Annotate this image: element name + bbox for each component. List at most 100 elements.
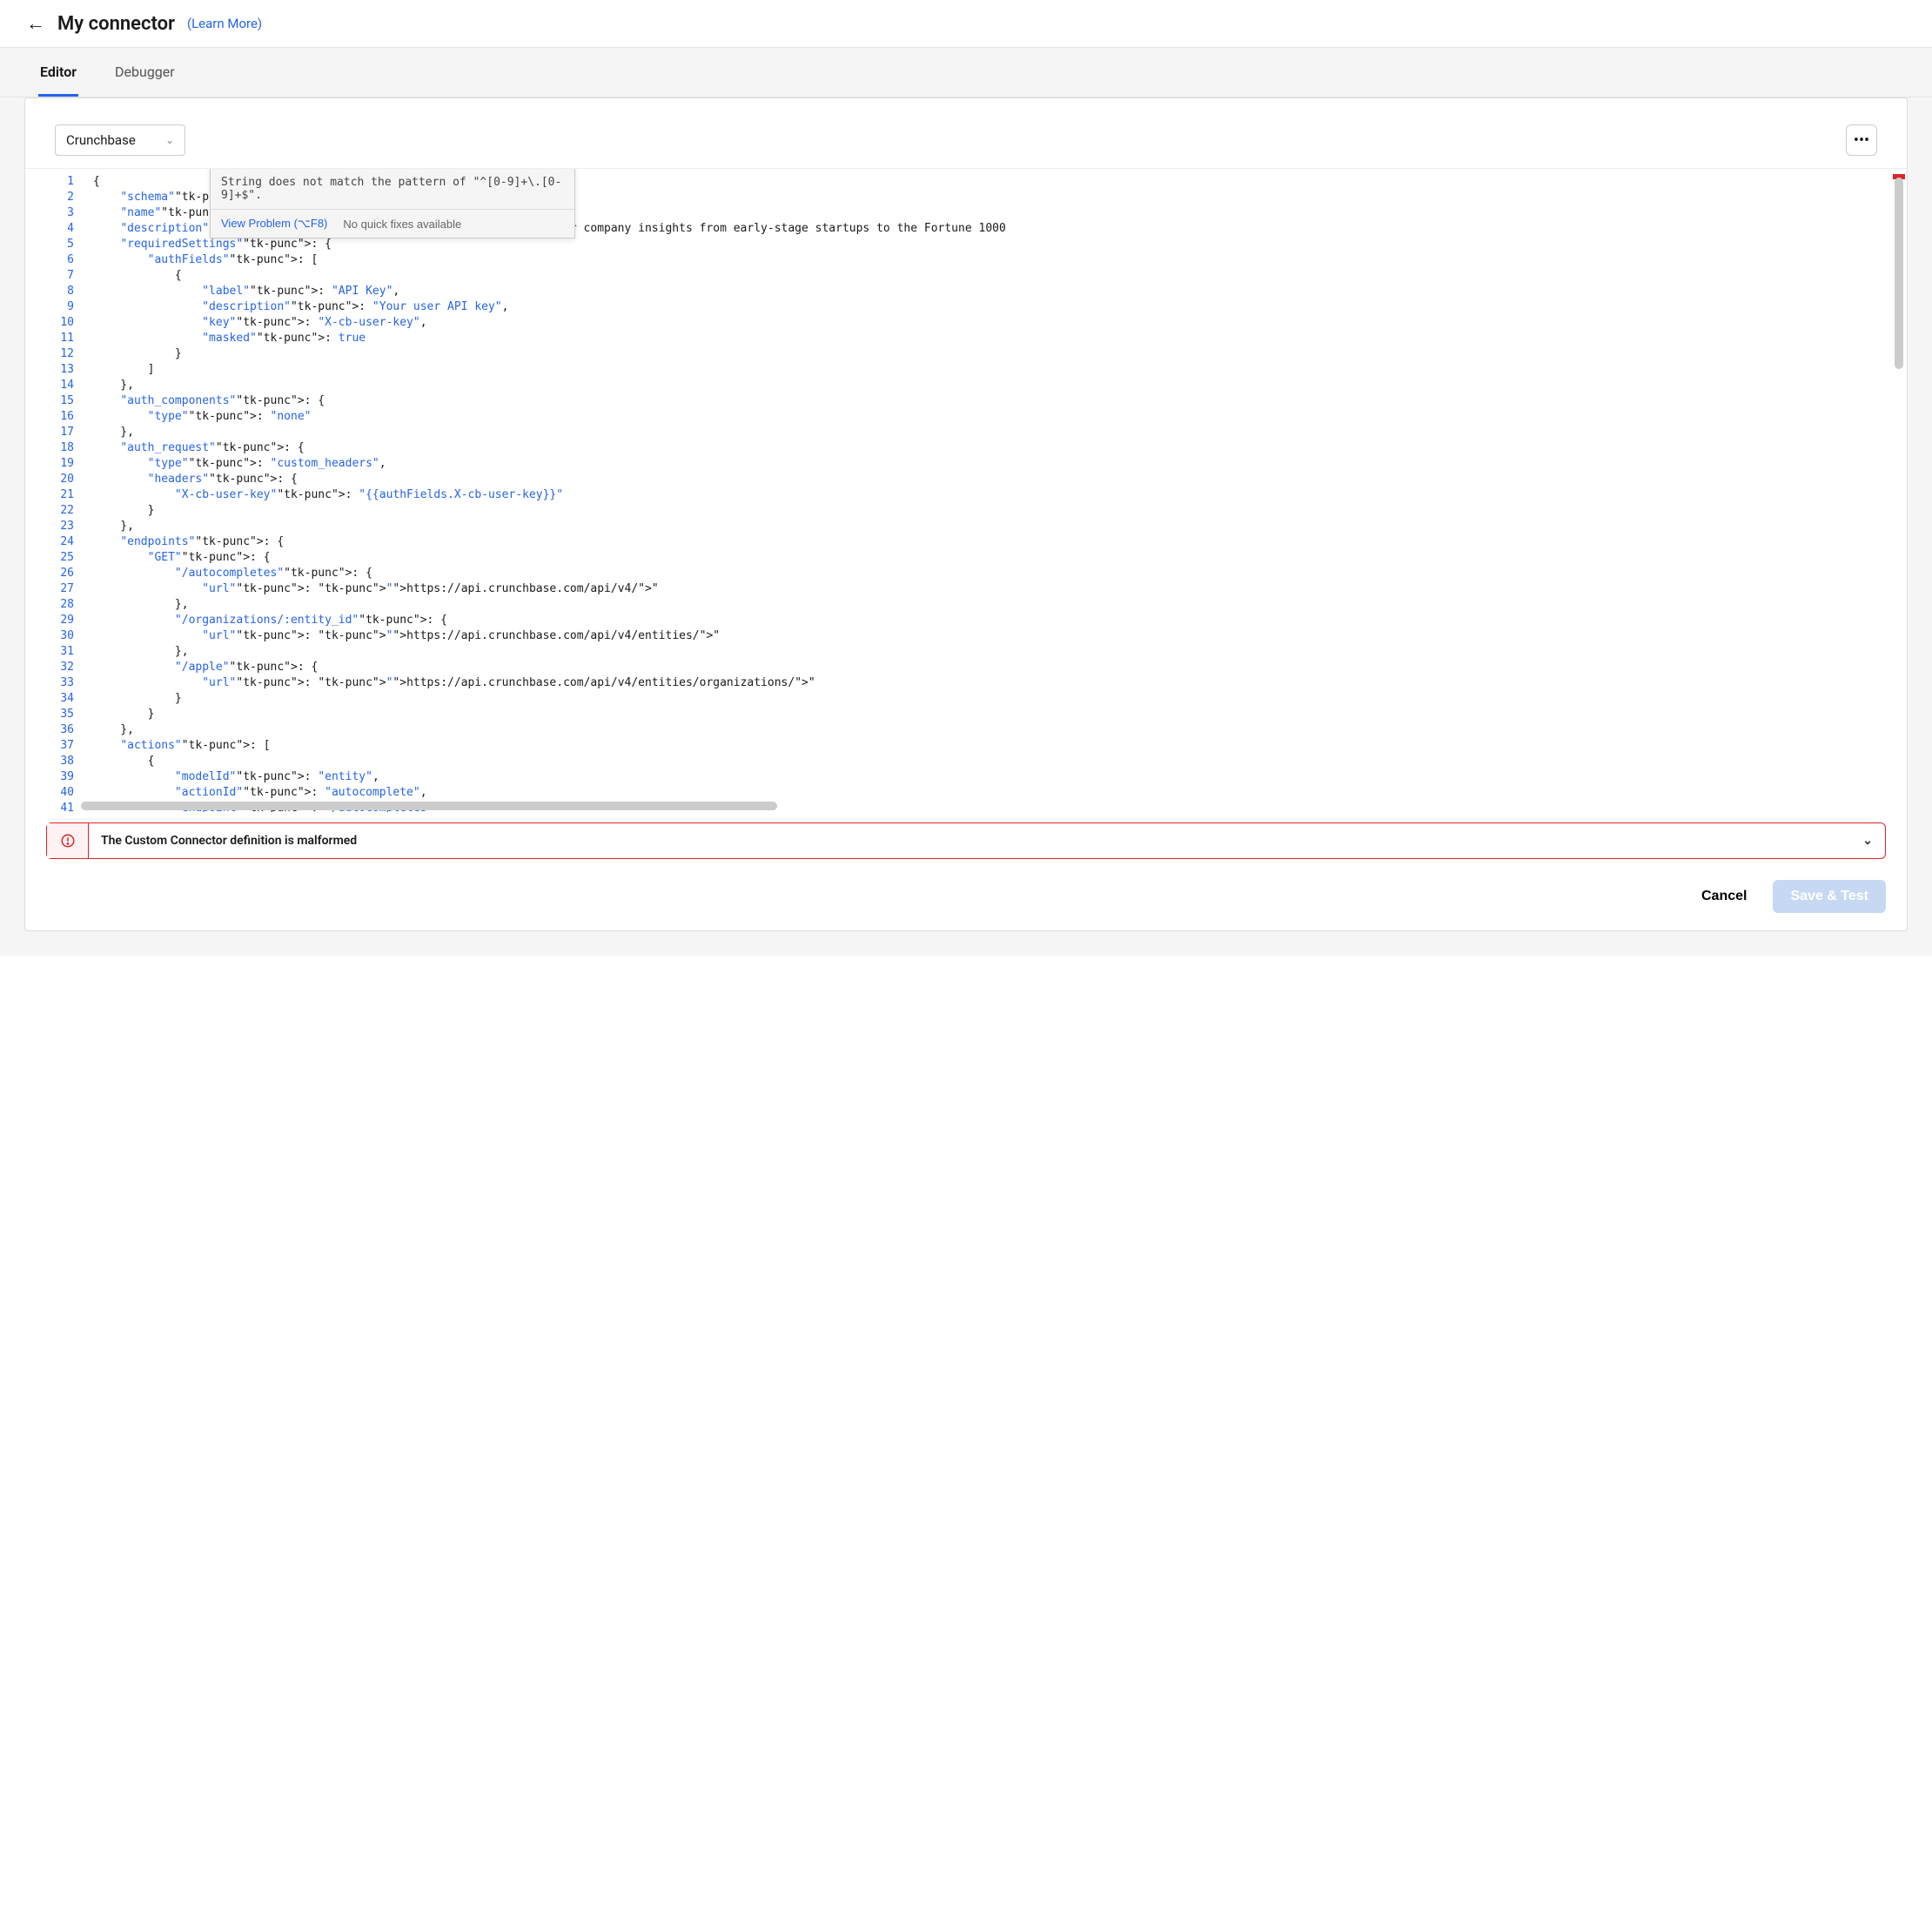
line-number: 38: [25, 754, 74, 769]
code-line[interactable]: "X-cb-user-key""tk-punc">: "{{authFields…: [93, 487, 1891, 503]
line-number: 10: [25, 315, 74, 331]
line-number: 39: [25, 769, 74, 785]
code-line[interactable]: "masked""tk-punc">: true: [93, 331, 1891, 346]
line-number: 34: [25, 691, 74, 707]
line-number: 28: [25, 597, 74, 613]
ellipsis-icon: •••: [1854, 131, 1869, 150]
code-line[interactable]: "/organizations/:entity_id""tk-punc">: {: [93, 613, 1891, 628]
code-line[interactable]: "actionId""tk-punc">: "autocomplete",: [93, 785, 1891, 801]
code-line[interactable]: },: [93, 644, 1891, 660]
line-number: 13: [25, 362, 74, 378]
line-number: 19: [25, 456, 74, 472]
problem-hover-card: Schema version The version of the schema…: [210, 168, 575, 238]
editor-panel: Crunchbase ⌄ ••• Schema version The vers…: [24, 97, 1908, 931]
code-content[interactable]: { "schema""tk-punc">: "10", "name""tk-pu…: [81, 169, 1891, 812]
footer-actions: Cancel Save & Test: [25, 859, 1907, 913]
line-number: 22: [25, 503, 74, 519]
line-number: 36: [25, 722, 74, 738]
tab-debugger[interactable]: Debugger: [113, 48, 177, 97]
learn-more-link[interactable]: (Learn More): [187, 16, 262, 31]
cancel-button[interactable]: Cancel: [1687, 880, 1761, 913]
code-line[interactable]: "auth_components""tk-punc">: {: [93, 393, 1891, 409]
horizontal-scrollbar[interactable]: [81, 802, 777, 810]
code-line[interactable]: },: [93, 378, 1891, 393]
line-number: 41: [25, 801, 74, 812]
line-number: 25: [25, 550, 74, 566]
code-line[interactable]: "type""tk-punc">: "none": [93, 409, 1891, 425]
code-line[interactable]: "/autocompletes""tk-punc">: {: [93, 566, 1891, 581]
line-number: 40: [25, 785, 74, 801]
code-line[interactable]: "/apple""tk-punc">: {: [93, 660, 1891, 675]
line-number: 15: [25, 393, 74, 409]
code-line[interactable]: }: [93, 346, 1891, 362]
code-line[interactable]: }: [93, 691, 1891, 707]
save-test-button[interactable]: Save & Test: [1773, 880, 1886, 913]
line-number: 16: [25, 409, 74, 425]
line-number: 31: [25, 644, 74, 660]
line-number: 12: [25, 346, 74, 362]
code-line[interactable]: "url""tk-punc">: "tk-punc">"">https://ap…: [93, 628, 1891, 644]
line-number: 1: [25, 174, 74, 190]
error-banner-text: The Custom Connector definition is malfo…: [101, 834, 357, 848]
alert-icon: [47, 823, 89, 858]
code-line[interactable]: "url""tk-punc">: "tk-punc">"">https://ap…: [93, 675, 1891, 691]
code-line[interactable]: },: [93, 425, 1891, 440]
code-line[interactable]: "endpoints""tk-punc">: {: [93, 534, 1891, 550]
code-line[interactable]: },: [93, 722, 1891, 738]
line-number: 3: [25, 205, 74, 221]
code-line[interactable]: "auth_request""tk-punc">: {: [93, 440, 1891, 456]
line-number: 24: [25, 534, 74, 550]
more-button[interactable]: •••: [1846, 124, 1877, 156]
hover-message: String does not match the pattern of "^[…: [221, 176, 564, 202]
code-line[interactable]: "actions""tk-punc">: [: [93, 738, 1891, 754]
line-number: 9: [25, 299, 74, 315]
code-line[interactable]: "GET""tk-punc">: {: [93, 550, 1891, 566]
code-line[interactable]: "requiredSettings""tk-punc">: {: [93, 237, 1891, 252]
line-number: 2: [25, 190, 74, 205]
line-number: 29: [25, 613, 74, 628]
code-editor[interactable]: Schema version The version of the schema…: [25, 168, 1907, 812]
line-number: 17: [25, 425, 74, 440]
line-number: 20: [25, 472, 74, 487]
line-number: 6: [25, 252, 74, 268]
line-number: 4: [25, 221, 74, 237]
tab-editor[interactable]: Editor: [38, 48, 78, 97]
connector-select[interactable]: Crunchbase ⌄: [55, 124, 185, 156]
vertical-scrollbar[interactable]: [1895, 178, 1903, 369]
code-line[interactable]: },: [93, 597, 1891, 613]
error-banner-chevron-icon[interactable]: ⌄: [1862, 834, 1873, 848]
code-line[interactable]: "headers""tk-punc">: {: [93, 472, 1891, 487]
line-number-gutter: 1234567891011121314151617181920212223242…: [25, 169, 81, 812]
code-line[interactable]: "label""tk-punc">: "API Key",: [93, 284, 1891, 299]
error-banner: The Custom Connector definition is malfo…: [46, 822, 1886, 859]
line-number: 26: [25, 566, 74, 581]
code-line[interactable]: "authFields""tk-punc">: [: [93, 252, 1891, 268]
code-line[interactable]: },: [93, 519, 1891, 534]
code-line[interactable]: "url""tk-punc">: "tk-punc">"">https://ap…: [93, 581, 1891, 597]
line-number: 27: [25, 581, 74, 597]
view-problem-link[interactable]: View Problem (⌥F8): [221, 217, 327, 231]
code-line[interactable]: "key""tk-punc">: "X-cb-user-key",: [93, 315, 1891, 331]
no-quick-fix-text: No quick fixes available: [343, 218, 461, 231]
code-line[interactable]: ]: [93, 362, 1891, 378]
line-number: 5: [25, 237, 74, 252]
code-line[interactable]: "description""tk-punc">: "Your user API …: [93, 299, 1891, 315]
line-number: 37: [25, 738, 74, 754]
back-arrow-icon[interactable]: ←: [26, 12, 45, 35]
line-number: 7: [25, 268, 74, 284]
code-line[interactable]: {: [93, 268, 1891, 284]
code-line[interactable]: }: [93, 503, 1891, 519]
code-line[interactable]: }: [93, 707, 1891, 722]
line-number: 33: [25, 675, 74, 691]
chevron-down-icon: ⌄: [165, 134, 174, 146]
line-number: 21: [25, 487, 74, 503]
code-line[interactable]: {: [93, 754, 1891, 769]
line-number: 8: [25, 284, 74, 299]
page-header: ← My connector (Learn More): [0, 0, 1932, 48]
tabs: Editor Debugger: [0, 48, 1932, 97]
line-number: 14: [25, 378, 74, 393]
connector-select-value: Crunchbase: [66, 132, 136, 148]
code-line[interactable]: "modelId""tk-punc">: "entity",: [93, 769, 1891, 785]
code-line[interactable]: "type""tk-punc">: "custom_headers",: [93, 456, 1891, 472]
panel-toolbar: Crunchbase ⌄ •••: [25, 98, 1907, 168]
